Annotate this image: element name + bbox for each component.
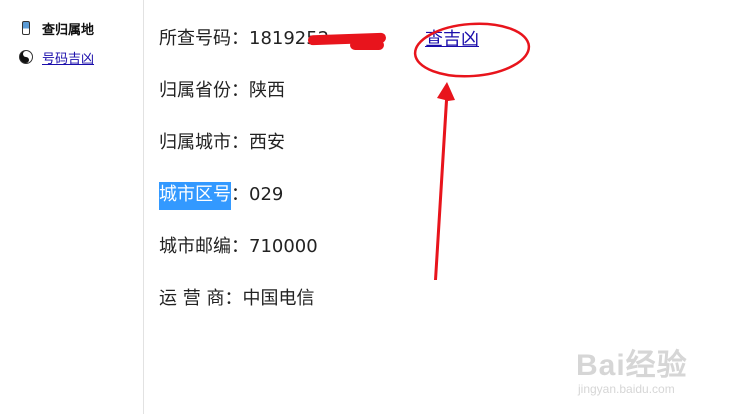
check-luck-link[interactable]: 查吉凶 [425, 28, 479, 52]
result-row-postcode: 城市邮编：710000 [159, 234, 318, 260]
result-row-carrier: 运 营 商：中国电信 [159, 286, 314, 312]
city-label: 归属城市： [159, 132, 249, 153]
redaction-mark [350, 40, 384, 50]
area-code-separator: ： [231, 184, 249, 205]
province-value: 陕西 [249, 80, 285, 101]
watermark-site: jingyan.baidu.com [578, 382, 675, 396]
baidu-jingyan-watermark: Bai经验 jingyan.baidu.com [576, 340, 736, 410]
watermark-brand: Bai经验 [576, 349, 688, 382]
carrier-label: 运 营 商： [159, 288, 243, 309]
city-value: 西安 [249, 132, 285, 153]
result-row-province: 归属省份：陕西 [159, 78, 285, 104]
result-row-city: 归属城市：西安 [159, 130, 285, 156]
province-label: 归属省份： [159, 80, 249, 101]
sidebar-item-label: 查归属地 [42, 22, 95, 38]
phone-label: 所查号码： [159, 28, 249, 49]
yin-yang-icon [19, 50, 33, 64]
sidebar-item-lookup-location[interactable]: 查归属地 [18, 19, 95, 38]
area-code-value: 029 [249, 184, 284, 205]
postcode-label: 城市邮编： [159, 236, 249, 257]
result-row-area-code: 城市区号：029 [159, 182, 284, 210]
result-row-phone: 所查号码：1819252 [159, 26, 329, 52]
carrier-value: 中国电信 [242, 288, 315, 309]
sidebar-item-label[interactable]: 号码吉凶 [42, 48, 94, 67]
sidebar-item-number-luck[interactable]: 号码吉凶 [18, 48, 94, 67]
page: 查归属地 号码吉凶 所查号码：1819252 归属省份：陕西 归属城市：西安 城… [0, 0, 748, 414]
area-code-label-selected: 城市区号 [159, 182, 231, 210]
sidebar: 查归属地 号码吉凶 [0, 0, 144, 414]
postcode-value: 710000 [249, 236, 318, 257]
mobile-phone-icon [22, 21, 30, 35]
